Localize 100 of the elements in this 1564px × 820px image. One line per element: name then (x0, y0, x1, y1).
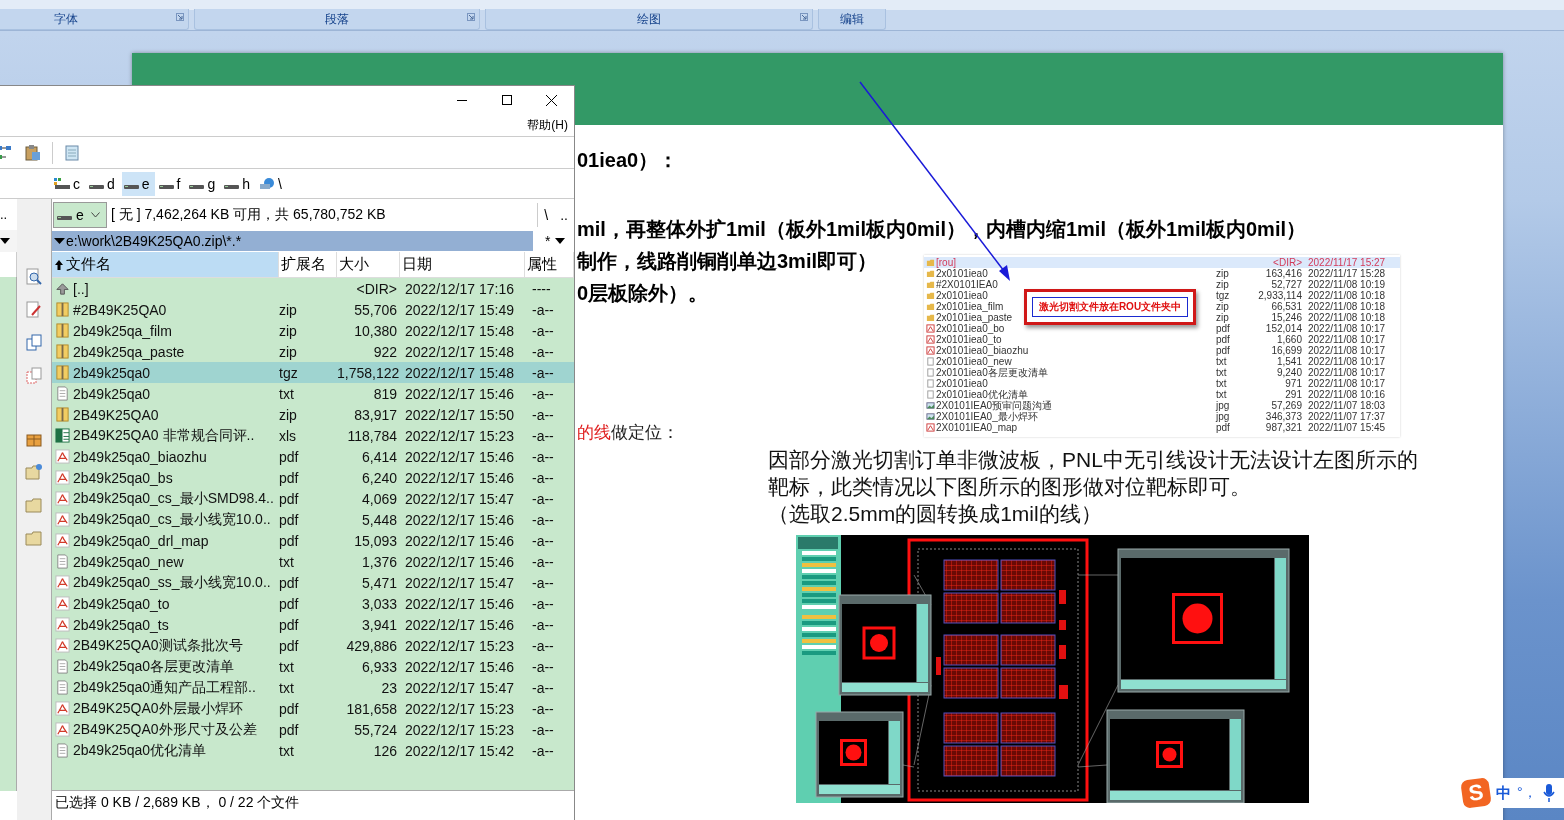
zip-folder-icon (55, 365, 70, 380)
image-icon (926, 401, 935, 410)
drive-button[interactable]: e (121, 171, 155, 196)
listing-extension: zip (1216, 268, 1230, 279)
listing-size: 57,269 (1270, 400, 1303, 411)
listing-size: 66,531 (1270, 301, 1303, 312)
file-size: 5,448 (360, 511, 397, 528)
file-date: 2022/12/17 15:48 (404, 364, 515, 381)
file-attributes: -a-- (531, 406, 555, 423)
zip-folder-icon (55, 323, 70, 338)
file-date: 2022/12/17 15:42 (404, 742, 515, 759)
caret-icon[interactable] (554, 237, 567, 245)
copy-icon[interactable] (25, 334, 43, 352)
file-name: 2B49K25QA0 (73, 406, 160, 423)
file-extension: txt (279, 553, 294, 570)
input-mode-toggle[interactable]: 中 (1496, 783, 1511, 803)
punctuation-toggle[interactable]: °， (1517, 784, 1537, 802)
file-extension: pdf (279, 574, 299, 591)
root-button[interactable]: \ (538, 206, 555, 223)
file-attributes: -a-- (531, 511, 555, 528)
dialog-launcher-icon[interactable] (800, 13, 808, 21)
file-size: 83,917 (353, 406, 397, 423)
file-size: 1,758,122 (337, 364, 397, 381)
document-text-line: 制作，线路削铜削单边3mil即可） (577, 249, 878, 274)
file-attributes: -a-- (531, 301, 555, 318)
listing-size: 971 (1284, 378, 1303, 389)
listing-extension: tgz (1216, 290, 1231, 301)
pdf-icon (55, 449, 70, 464)
magnifier-icon[interactable] (25, 268, 43, 286)
drive-button[interactable]: g (187, 171, 221, 196)
drive-button[interactable]: c (52, 171, 85, 196)
column-header[interactable]: 属性 (525, 252, 574, 277)
file-date: 2022/12/17 17:16 (404, 280, 515, 297)
folder-icon[interactable] (25, 496, 43, 514)
edit-page-icon[interactable] (25, 301, 43, 319)
drive-button[interactable]: f (156, 171, 186, 196)
pdf-icon (55, 470, 70, 485)
file-date: 2022/12/17 15:46 (404, 595, 515, 612)
file-name: 2b49k25qa0通知产品工程部.. (73, 678, 257, 697)
dialog-launcher-icon[interactable] (176, 13, 184, 21)
file-name: 2b49k25qa0_biaozhu (73, 448, 208, 465)
listing-date: 2022/11/08 10:18 (1307, 301, 1387, 312)
file-attributes: -a-- (531, 490, 555, 507)
ribbon-group-label: 绘图 (485, 9, 813, 30)
listing-name: 2x0101iea0优化清单 (936, 389, 1028, 400)
filter-button[interactable]: * (541, 233, 555, 249)
ribbon-group-label: 字体 (0, 9, 189, 30)
listing-date: 2022/11/08 10:16 (1307, 389, 1387, 400)
column-header[interactable]: 大小 (337, 252, 400, 277)
dialog-launcher-icon[interactable] (467, 13, 475, 21)
parent-button[interactable]: .. (0, 207, 8, 222)
folder-icon[interactable] (25, 529, 43, 547)
clipboard-icon[interactable] (24, 143, 42, 162)
file-attributes: -a-- (531, 364, 555, 381)
caret-icon[interactable] (0, 237, 12, 245)
listing-size: 163,416 (1264, 268, 1303, 279)
pdf-icon (55, 512, 70, 527)
file-extension: pdf (279, 616, 299, 633)
drive-icon (158, 184, 174, 189)
file-name: 2B49K25QA0外形尺寸及公差 (73, 720, 258, 739)
drive-button[interactable]: d (87, 171, 120, 196)
move-icon[interactable] (25, 367, 43, 385)
new-folder-icon[interactable] (25, 463, 43, 481)
document-icon (55, 680, 70, 695)
file-date: 2022/12/17 15:46 (404, 448, 515, 465)
file-extension: txt (279, 658, 294, 675)
file-size: 15,093 (353, 532, 397, 549)
notepad-icon[interactable] (63, 143, 81, 162)
ribbon-group-label: 段落 (194, 9, 480, 30)
help-menu[interactable]: 帮助(H) (527, 116, 568, 134)
listing-extension: txt (1216, 356, 1227, 367)
file-name: 2b49k25qa0_ts (73, 616, 170, 633)
document-heading-line: 01iea0）： (577, 148, 679, 173)
listing-name: 2x0101iea0_to (936, 334, 1002, 345)
file-name: 2b49k25qa0_cs_最小SMD98.4.. (73, 489, 275, 508)
listing-size: 15,246 (1270, 312, 1303, 323)
document-text-line: 的线做定位： (577, 422, 679, 444)
column-header[interactable]: 扩展名 (279, 252, 337, 277)
microphone-icon[interactable] (1542, 784, 1555, 802)
file-extension: pdf (279, 469, 299, 486)
listing-name: [rou] (936, 257, 956, 268)
column-header[interactable]: 文件名 (52, 252, 279, 277)
network-drive-icon (259, 177, 276, 190)
pdf-icon (55, 533, 70, 548)
file-name: 2b49k25qa0_to (73, 595, 171, 612)
file-name: 2b49k25qa_paste (73, 343, 186, 360)
compare-icon[interactable] (0, 143, 14, 162)
parent-button[interactable]: .. (554, 206, 574, 223)
drive-button[interactable]: h (222, 171, 256, 196)
file-size: 23 (380, 679, 397, 696)
drive-dropdown[interactable]: e (53, 201, 107, 228)
file-extension: pdf (279, 490, 299, 507)
drive-button[interactable]: \ (257, 171, 287, 196)
ribbon-group-label: 编辑 (818, 9, 886, 30)
listing-date: 2022/11/17 15:27 (1307, 257, 1387, 268)
file-attributes: -a-- (531, 448, 555, 465)
path-bar[interactable]: e:\work\2B49K25QA0.zip\*.* (52, 231, 533, 251)
file-row[interactable]: 2b49k25qa0 tgz 1,758,122 2022/12/17 15:48 -a-- (52, 362, 574, 383)
file-extension: pdf (279, 595, 299, 612)
file-attributes: -a-- (531, 574, 555, 591)
